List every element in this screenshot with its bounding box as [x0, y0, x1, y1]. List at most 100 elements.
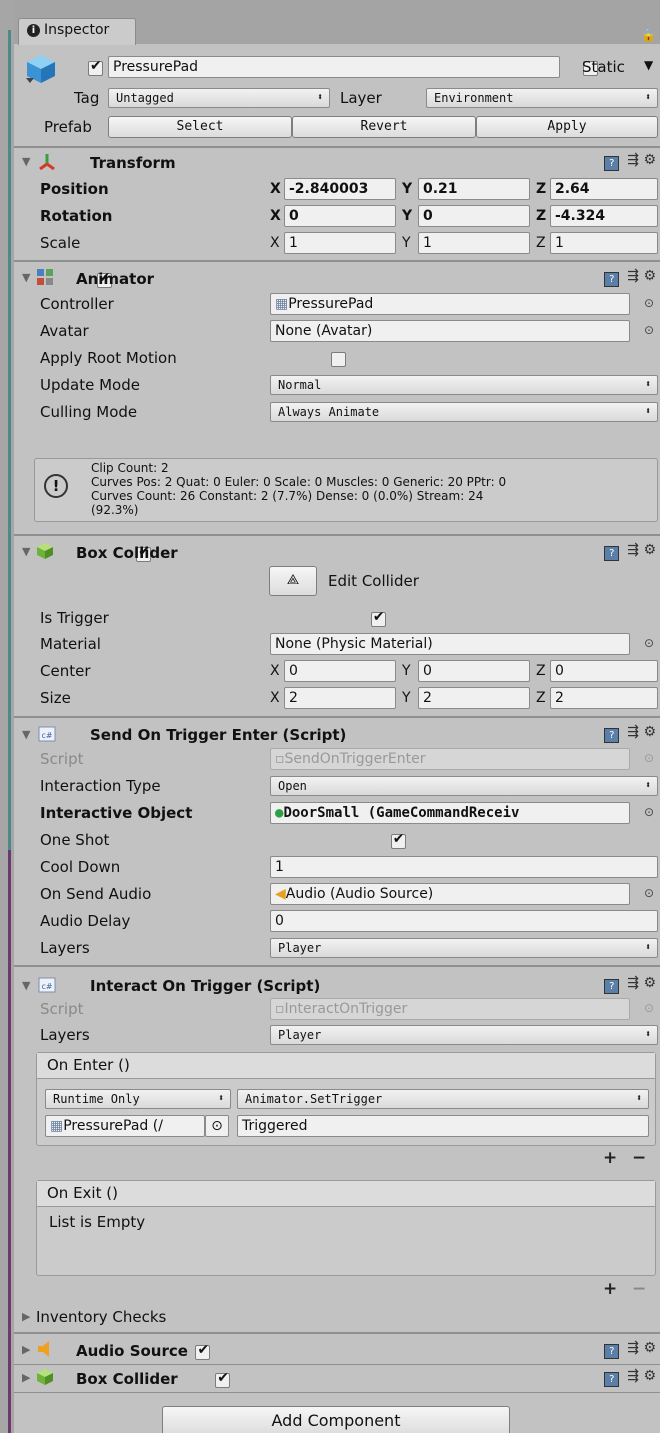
event-target-field[interactable]: ▦PressurePad (/ — [45, 1115, 205, 1137]
remove-event-button[interactable]: − — [632, 1148, 646, 1168]
box-collider-2-enabled-checkbox[interactable] — [215, 1370, 231, 1388]
scale-y-input[interactable]: 1 — [418, 232, 530, 254]
audio-source-enabled-checkbox[interactable] — [195, 1342, 211, 1360]
object-picker-icon[interactable]: ⊙ — [644, 805, 654, 819]
add-component-button[interactable]: Add Component — [162, 1406, 510, 1433]
settings-gear-icon[interactable]: ⚙ — [643, 1368, 656, 1384]
component-header-icons[interactable]: ? ⇶ ⚙ — [604, 268, 656, 287]
settings-gear-icon[interactable]: ⚙ — [643, 724, 656, 740]
preset-icon[interactable]: ⇶ — [627, 268, 639, 284]
settings-gear-icon[interactable]: ⚙ — [643, 268, 656, 284]
material-field[interactable]: None (Physic Material) — [270, 633, 630, 655]
box-collider-2-title[interactable]: Box Collider — [76, 1368, 178, 1390]
controller-field[interactable]: ▦PressurePad — [270, 293, 630, 315]
interact-script-title[interactable]: Interact On Trigger (Script) — [90, 975, 320, 997]
help-book-icon[interactable]: ? — [604, 272, 620, 287]
function-dropdown[interactable]: Animator.SetTrigger ⬍ — [237, 1089, 649, 1109]
layers-dropdown[interactable]: Player ⬍ — [270, 938, 658, 958]
on-send-audio-field[interactable]: ◀Audio (Audio Source) — [270, 883, 630, 905]
foldout-closed-arrow-icon[interactable]: ▶ — [22, 1310, 30, 1323]
culling-mode-dropdown[interactable]: Always Animate ⬍ — [270, 402, 658, 422]
help-book-icon[interactable]: ? — [604, 546, 620, 561]
static-dropdown-icon[interactable]: ▼ — [644, 58, 653, 72]
audio-delay-input[interactable]: 0 — [270, 910, 658, 932]
help-book-icon[interactable]: ? — [604, 728, 620, 743]
settings-gear-icon[interactable]: ⚙ — [643, 152, 656, 168]
remove-event-button[interactable]: − — [632, 1279, 646, 1299]
component-header-icons[interactable]: ? ⇶ ⚙ — [604, 152, 656, 171]
object-picker-icon[interactable]: ⊙ — [644, 323, 654, 337]
avatar-field[interactable]: None (Avatar) — [270, 320, 630, 342]
edit-collider-button[interactable]: ⟁ — [269, 566, 317, 596]
preset-icon[interactable]: ⇶ — [627, 724, 639, 740]
layer-dropdown[interactable]: Environment ⬍ — [426, 88, 658, 108]
settings-gear-icon[interactable]: ⚙ — [643, 1340, 656, 1356]
interaction-type-dropdown[interactable]: Open ⬍ — [270, 776, 658, 796]
foldout-closed-arrow-icon[interactable]: ▶ — [22, 1371, 30, 1384]
help-book-icon[interactable]: ? — [604, 979, 620, 994]
position-y-input[interactable]: 0.21 — [418, 178, 530, 200]
position-z-input[interactable]: 2.64 — [550, 178, 658, 200]
scale-z-input[interactable]: 1 — [550, 232, 658, 254]
prefab-apply-button[interactable]: Apply — [476, 116, 658, 138]
interactive-object-field[interactable]: ●DoorSmall (GameCommandReceiv — [270, 802, 630, 824]
tab-inspector[interactable]: i Inspector — [18, 18, 136, 45]
preset-icon[interactable]: ⇶ — [627, 1368, 639, 1384]
center-x-input[interactable]: 0 — [284, 660, 396, 682]
help-book-icon[interactable]: ? — [604, 1372, 620, 1387]
preset-icon[interactable]: ⇶ — [627, 152, 639, 168]
position-x-input[interactable]: -2.840003 — [284, 178, 396, 200]
inventory-checks-foldout[interactable]: Inventory Checks — [36, 1306, 166, 1328]
foldout-closed-arrow-icon[interactable]: ▶ — [22, 1343, 30, 1356]
preset-icon[interactable]: ⇶ — [627, 1340, 639, 1356]
one-shot-checkbox[interactable] — [390, 831, 406, 849]
object-name-input[interactable]: PressurePad — [108, 56, 560, 78]
rotation-z-input[interactable]: -4.324 — [550, 205, 658, 227]
add-event-button[interactable]: + — [603, 1148, 617, 1168]
prefab-revert-button[interactable]: Revert — [292, 116, 476, 138]
preset-icon[interactable]: ⇶ — [627, 975, 639, 991]
rotation-y-input[interactable]: 0 — [418, 205, 530, 227]
foldout-arrow-icon[interactable]: ▼ — [22, 271, 30, 284]
box-collider-title[interactable]: Box Collider — [76, 542, 178, 564]
active-checkbox[interactable] — [88, 58, 103, 76]
rotation-x-input[interactable]: 0 — [284, 205, 396, 227]
center-y-input[interactable]: 0 — [418, 660, 530, 682]
component-header-icons[interactable]: ? ⇶ ⚙ — [604, 1340, 656, 1359]
component-header-icons[interactable]: ? ⇶ ⚙ — [604, 975, 656, 994]
help-book-icon[interactable]: ? — [604, 156, 620, 171]
size-z-input[interactable]: 2 — [550, 687, 658, 709]
foldout-arrow-icon[interactable]: ▼ — [22, 545, 30, 558]
object-picker-icon[interactable]: ⊙ — [644, 296, 654, 310]
settings-gear-icon[interactable]: ⚙ — [643, 542, 656, 558]
foldout-arrow-icon[interactable]: ▼ — [22, 155, 30, 168]
transform-title[interactable]: Transform — [90, 152, 176, 174]
size-y-input[interactable]: 2 — [418, 687, 530, 709]
component-header-icons[interactable]: ? ⇶ ⚙ — [604, 724, 656, 743]
cool-down-input[interactable]: 1 — [270, 856, 658, 878]
settings-gear-icon[interactable]: ⚙ — [643, 975, 656, 991]
scale-x-input[interactable]: 1 — [284, 232, 396, 254]
foldout-arrow-icon[interactable]: ▼ — [22, 979, 30, 992]
preset-icon[interactable]: ⇶ — [627, 542, 639, 558]
trigger-param-input[interactable]: Triggered — [237, 1115, 649, 1137]
animator-title[interactable]: Animator — [76, 268, 154, 290]
runtime-only-dropdown[interactable]: Runtime Only ⬍ — [45, 1089, 231, 1109]
size-x-input[interactable]: 2 — [284, 687, 396, 709]
component-header-icons[interactable]: ? ⇶ ⚙ — [604, 542, 656, 561]
object-picker-icon[interactable]: ⊙ — [205, 1115, 229, 1137]
component-header-icons[interactable]: ? ⇶ ⚙ — [604, 1368, 656, 1387]
is-trigger-checkbox[interactable] — [370, 609, 386, 627]
add-event-button[interactable]: + — [603, 1279, 617, 1299]
center-z-input[interactable]: 0 — [550, 660, 658, 682]
foldout-arrow-icon[interactable]: ▼ — [22, 728, 30, 741]
update-mode-dropdown[interactable]: Normal ⬍ — [270, 375, 658, 395]
prefab-select-button[interactable]: Select — [108, 116, 292, 138]
help-book-icon[interactable]: ? — [604, 1344, 620, 1359]
layers-dropdown[interactable]: Player ⬍ — [270, 1025, 658, 1045]
audio-source-title[interactable]: Audio Source — [76, 1340, 188, 1362]
tag-dropdown[interactable]: Untagged ⬍ — [108, 88, 330, 108]
send-script-title[interactable]: Send On Trigger Enter (Script) — [90, 724, 346, 746]
lock-icon[interactable]: 🔒 — [641, 28, 656, 42]
apply-root-motion-checkbox[interactable] — [331, 352, 347, 367]
